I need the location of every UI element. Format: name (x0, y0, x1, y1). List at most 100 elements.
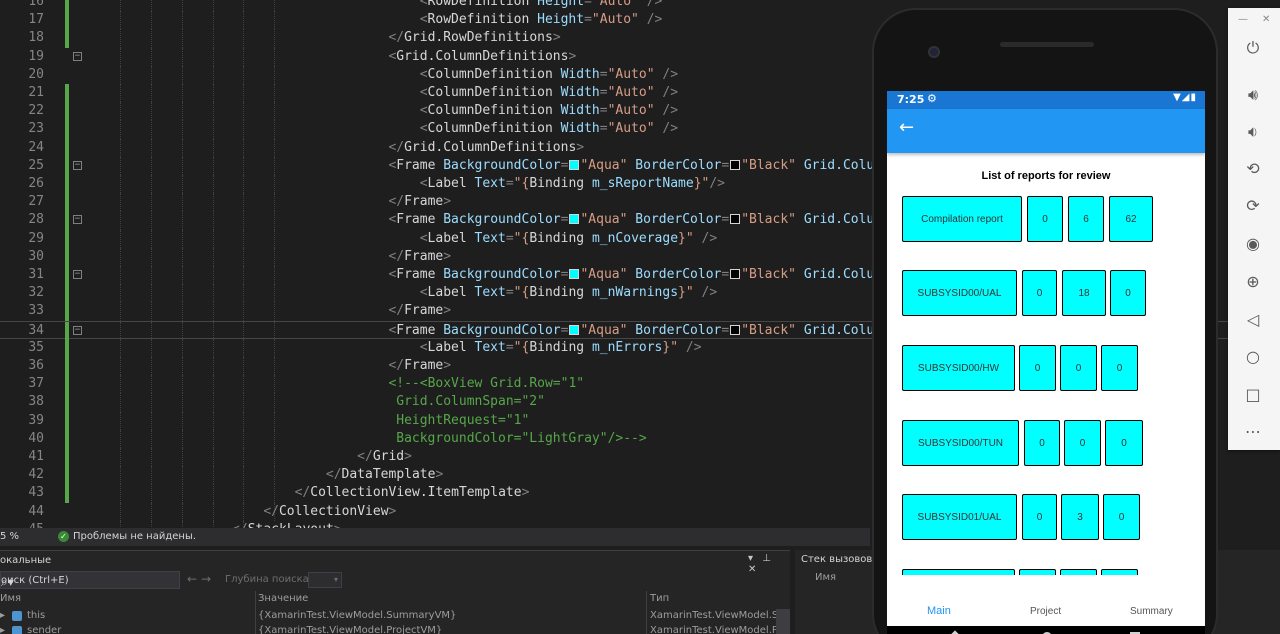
collapse-icon[interactable]: − (73, 215, 82, 225)
search-nav-arrows[interactable]: ←→ (187, 572, 215, 586)
line-number: 42 (28, 467, 44, 483)
call-stack-title: Стек вызовов (801, 554, 873, 565)
line-number: 25 (28, 157, 44, 173)
line-number: 32 (28, 285, 44, 301)
locals-row[interactable]: ▸ sender {XamarinTest.ViewModel.ProjectV… (0, 625, 790, 634)
change-marker (65, 375, 69, 394)
zoom-icon[interactable]: ⊕ (1242, 271, 1264, 293)
tab-summary[interactable]: Summary (1130, 606, 1173, 617)
variable-icon (12, 611, 22, 621)
color-swatch (569, 269, 580, 279)
change-marker (65, 302, 69, 321)
column-header-name[interactable]: Имя (0, 593, 21, 607)
rotate-right-icon[interactable]: ⟳ (1242, 195, 1264, 217)
expand-icon[interactable]: ▸ (0, 610, 5, 621)
report-cell (1101, 569, 1138, 575)
code-text: </Grid.RowDefinitions> (388, 30, 561, 46)
locals-search-input[interactable]: оиск (Ctrl+E) ⌕▾ (0, 571, 180, 589)
line-number: 44 (28, 503, 44, 519)
color-swatch (569, 159, 580, 170)
local-type: XamarinTest.ViewModel.P... (650, 625, 786, 634)
power-icon[interactable]: ⏻ (1242, 37, 1264, 59)
phone-screen[interactable]: 7:25 ⚙ ▼◢▮ ← List of reports for review … (887, 91, 1205, 626)
change-marker (65, 156, 69, 175)
back-icon[interactable]: ◁ (1242, 309, 1264, 331)
change-marker (65, 266, 69, 285)
problems-status[interactable]: Проблемы не найдены. (73, 531, 196, 542)
tab-project[interactable]: Project (1030, 606, 1061, 617)
report-row[interactable]: Compilation report 0 6 62 (887, 196, 1205, 242)
collapse-icon[interactable]: − (73, 160, 82, 170)
status-icons: ▼◢▮ (1173, 92, 1197, 103)
search-icon[interactable]: ⌕▾ (1, 575, 14, 590)
panel-window-buttons[interactable]: ▾ ⊥ ✕ (748, 553, 790, 575)
android-nav-bar (887, 626, 1205, 634)
locals-panel: окальные ▾ ⊥ ✕ оиск (Ctrl+E) ⌕▾ ←→ Глуби… (0, 550, 790, 634)
errors-cell: 0 (1101, 345, 1138, 391)
rotate-left-icon[interactable]: ⟲ (1242, 158, 1264, 180)
line-number: 22 (28, 103, 44, 119)
line-number: 26 (28, 176, 44, 191)
tab-main[interactable]: Main (927, 605, 951, 617)
home-icon[interactable]: ○ (1242, 346, 1264, 368)
expand-icon[interactable]: ▸ (0, 625, 5, 634)
collapse-icon[interactable]: − (73, 270, 82, 279)
change-marker (65, 102, 69, 121)
column-header-name[interactable]: Имя (815, 572, 836, 583)
collapse-icon[interactable]: − (73, 51, 82, 61)
locals-scrollbar[interactable] (776, 609, 790, 634)
volume-up-icon[interactable]: 🔊︎ (1242, 84, 1264, 106)
report-name-cell: SUBSYSID00/TUN (902, 420, 1019, 466)
change-marker (65, 11, 69, 30)
back-arrow-icon[interactable]: ← (899, 118, 919, 138)
change-marker (65, 284, 69, 303)
code-text: <Label Text="{Binding m_sReportName}"/> (419, 176, 725, 191)
color-swatch (730, 269, 741, 279)
nav-back-icon[interactable] (949, 630, 961, 634)
warnings-cell: 18 (1062, 270, 1106, 316)
line-number: 45 (0, 521, 44, 528)
code-text: <Frame BackgroundColor= "Aqua" BorderColo… (388, 212, 936, 228)
search-depth-label: Глубина поиска: (225, 574, 313, 585)
close-icon[interactable]: ✕ (1262, 14, 1270, 25)
warnings-cell: 0 (1064, 420, 1101, 466)
code-text: <ColumnDefinition Width="Auto" /> (419, 85, 679, 100)
collapse-icon[interactable]: − (73, 325, 82, 335)
line-number: 29 (28, 230, 44, 246)
line-number: 37 (28, 376, 44, 392)
camera-icon[interactable]: ◉ (1242, 233, 1264, 255)
coverage-cell: 0 (1024, 420, 1060, 466)
gear-icon: ⚙ (927, 92, 937, 105)
page-title: List of reports for review (981, 170, 1111, 182)
report-row[interactable]: SUBSYSID00/HW 0 0 0 (887, 345, 1205, 391)
change-marker (65, 429, 69, 448)
column-header-type[interactable]: Тип (650, 593, 669, 607)
code-text: <!--<BoxView Grid.Row="1" (388, 376, 585, 392)
line-number: 39 (28, 412, 44, 428)
report-row[interactable]: SUBSYSID01/UAL 0 3 0 (887, 494, 1205, 540)
bottom-tab-bar: Main Project Summary (887, 596, 1205, 626)
coverage-cell: 0 (1022, 270, 1057, 316)
change-marker (65, 29, 69, 48)
report-row[interactable]: SUBSYSID00/TUN 0 0 0 (887, 420, 1205, 466)
code-text: </Grid> (357, 449, 412, 464)
overview-icon[interactable]: □ (1242, 384, 1264, 406)
search-depth-select[interactable]: ▾ (308, 572, 342, 588)
change-marker (65, 357, 69, 376)
locals-row[interactable]: ▸ this {XamarinTest.ViewModel.SummaryVM}… (0, 610, 790, 623)
report-name-cell: SUBSYSID00/HW (902, 345, 1015, 391)
change-marker (65, 448, 69, 467)
code-text: <RowDefinition Height="Auto" /> (419, 0, 663, 9)
code-text: <RowDefinition Height="Auto" /> (419, 12, 663, 28)
column-header-value[interactable]: Значение (258, 593, 308, 607)
code-text: </Frame> (388, 303, 452, 319)
local-name: sender (27, 625, 62, 634)
report-row-partial[interactable] (887, 569, 1205, 575)
volume-down-icon[interactable]: 🔉︎ (1242, 121, 1264, 143)
zoom-level[interactable]: 5 % (0, 531, 19, 542)
minimize-icon[interactable]: — (1238, 14, 1248, 25)
more-icon[interactable]: ⋯ (1242, 421, 1264, 443)
emulator-toolbar: — ✕ ⏻ 🔊︎ 🔉︎ ⟲ ⟳ ◉ ⊕ ◁ ○ □ ⋯ (1228, 8, 1280, 450)
report-row[interactable]: SUBSYSID00/UAL 0 18 0 (887, 270, 1205, 316)
change-marker (65, 211, 69, 230)
